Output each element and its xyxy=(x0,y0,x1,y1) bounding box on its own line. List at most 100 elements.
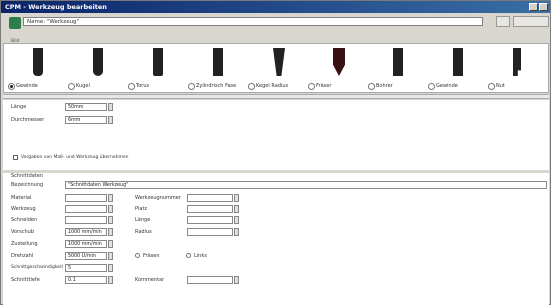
row-label: Werkzeug xyxy=(11,206,36,212)
tool-option-2[interactable]: Torus xyxy=(128,48,182,92)
tool-shape-icon xyxy=(33,48,43,76)
tool-option-6[interactable]: Bohrer xyxy=(368,48,422,92)
row-label: Schneiden xyxy=(11,217,38,223)
tool-label: Torus xyxy=(136,83,150,89)
length-label: Länge xyxy=(11,104,27,110)
help-button[interactable] xyxy=(529,3,538,11)
right-row-spinner[interactable] xyxy=(234,205,239,213)
right-row-label: Radius xyxy=(135,229,152,235)
tool-radio[interactable] xyxy=(308,83,315,90)
tool-option-1[interactable]: Kugel xyxy=(68,48,122,92)
tool-shape-icon xyxy=(273,48,285,76)
right-row-label: Platz xyxy=(135,206,148,212)
comment-label: Kommentar xyxy=(135,277,165,283)
row-spinner[interactable] xyxy=(108,216,113,224)
close-button[interactable] xyxy=(539,3,548,11)
diameter-label: Durchmesser xyxy=(11,117,45,123)
tool-radio[interactable] xyxy=(8,83,15,90)
row-spinner[interactable] xyxy=(108,205,113,213)
tool-option-7[interactable]: Gewinde xyxy=(428,48,482,92)
tool-icon xyxy=(9,17,21,29)
tool-radio[interactable] xyxy=(188,83,195,90)
row-input[interactable]: 5000 U/min xyxy=(65,252,107,260)
tool-option-0[interactable]: Gewinde xyxy=(8,48,62,92)
right-row-spinner[interactable] xyxy=(234,228,239,236)
options-button[interactable] xyxy=(513,16,549,27)
row-spinner[interactable] xyxy=(108,264,113,272)
row-spinner[interactable] xyxy=(108,228,113,236)
row-spinner[interactable] xyxy=(108,276,113,284)
designation-input[interactable]: "Schnittdaten Werkzeug" xyxy=(65,181,547,189)
row-label: Zustellung xyxy=(11,241,38,247)
direction-radio-b[interactable] xyxy=(186,253,191,258)
tool-option-8[interactable]: Nut xyxy=(488,48,542,92)
row-input[interactable]: 1000 mm/min xyxy=(65,228,107,236)
strip-scrollbar[interactable] xyxy=(3,94,549,99)
tool-shape-icon xyxy=(93,48,103,76)
right-row-spinner[interactable] xyxy=(234,216,239,224)
browse-button[interactable] xyxy=(496,16,510,27)
tool-shape-icon xyxy=(213,48,223,76)
right-row-input[interactable] xyxy=(187,194,233,202)
window-controls xyxy=(529,3,548,11)
right-row-input[interactable] xyxy=(187,216,233,224)
defaults-checkbox-label: Vorgaben von Maß- und Werkzeug übernehme… xyxy=(21,155,129,160)
dialog-window: CPM - Werkzeug bearbeiten Name: "Werkzeu… xyxy=(0,0,551,306)
comment-input[interactable] xyxy=(187,276,233,284)
row-input[interactable] xyxy=(65,194,107,202)
tool-radio[interactable] xyxy=(68,83,75,90)
row-label: Drehzahl xyxy=(11,253,34,259)
tool-option-3[interactable]: Zylindrisch Fase xyxy=(188,48,242,92)
tool-shape-icon xyxy=(453,48,463,76)
row-input[interactable]: 1000 mm/min xyxy=(65,240,107,248)
tool-shape-icon xyxy=(513,48,521,76)
tool-shape-icon xyxy=(393,48,403,76)
cutting-data-group: Schnittdaten Bezeichnung "Schnittdaten W… xyxy=(3,173,549,306)
row-label: Material xyxy=(11,195,32,201)
tool-label: Fräser xyxy=(316,83,332,89)
tool-label: Gewinde xyxy=(436,83,458,89)
title-bar: CPM - Werkzeug bearbeiten xyxy=(1,1,550,13)
row-label: Vorschub xyxy=(11,229,35,235)
tool-shape-icon xyxy=(153,48,163,76)
tool-label: Bohrer xyxy=(376,83,393,89)
row-label: Schnitttiefe xyxy=(11,277,40,283)
tool-label: Kugel xyxy=(76,83,90,89)
tool-shape-icon xyxy=(333,48,345,76)
row-input[interactable]: 5 xyxy=(65,264,107,272)
right-row-input[interactable] xyxy=(187,228,233,236)
tool-type-strip: Gewinde Kugel Torus Zylindrisch Fase Keg… xyxy=(3,43,549,93)
length-spinner[interactable] xyxy=(108,103,113,111)
right-row-label: Werkzeugnummer xyxy=(135,195,181,201)
tool-radio[interactable] xyxy=(428,83,435,90)
row-spinner[interactable] xyxy=(108,194,113,202)
direction-radio-a-label: Fräsen xyxy=(143,253,160,259)
dimensions-area: Länge 50mm Durchmesser 6mm Vorgaben von … xyxy=(3,100,549,170)
tool-radio[interactable] xyxy=(368,83,375,90)
right-row-spinner[interactable] xyxy=(234,194,239,202)
direction-radio-b-label: Links xyxy=(194,253,207,259)
tool-label: Kegel Radius xyxy=(256,83,289,89)
row-input[interactable] xyxy=(65,216,107,224)
right-row-input[interactable] xyxy=(187,205,233,213)
length-input[interactable]: 50mm xyxy=(65,103,107,111)
tool-label: Gewinde xyxy=(16,83,38,89)
defaults-checkbox[interactable] xyxy=(13,155,18,160)
comment-spinner[interactable] xyxy=(234,276,239,284)
diameter-input[interactable]: 6mm xyxy=(65,116,107,124)
row-input[interactable]: 0.1 xyxy=(65,276,107,284)
tool-label: Nut xyxy=(496,83,505,89)
row-input[interactable] xyxy=(65,205,107,213)
tool-radio[interactable] xyxy=(248,83,255,90)
tool-option-5[interactable]: Fräser xyxy=(308,48,362,92)
direction-radio-a[interactable] xyxy=(135,253,140,258)
name-field[interactable]: Name: "Werkzeug" xyxy=(23,17,483,26)
tool-radio[interactable] xyxy=(488,83,495,90)
window-title: CPM - Werkzeug bearbeiten xyxy=(5,3,107,11)
row-spinner[interactable] xyxy=(108,240,113,248)
row-spinner[interactable] xyxy=(108,252,113,260)
diameter-spinner[interactable] xyxy=(108,116,113,124)
tool-option-4[interactable]: Kegel Radius xyxy=(248,48,302,92)
row-label: Schnittgeschwindigkeit xyxy=(11,265,64,270)
tool-radio[interactable] xyxy=(128,83,135,90)
